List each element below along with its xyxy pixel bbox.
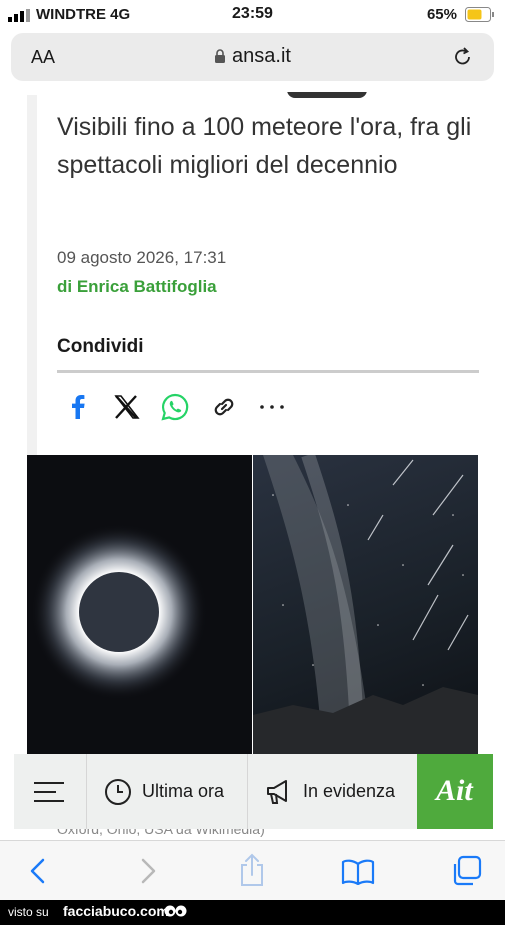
meteor-shower-photo (253, 455, 478, 755)
milky-way-illustration (253, 455, 478, 755)
whatsapp-icon[interactable] (160, 392, 190, 422)
ultima-ora-tab[interactable]: Ultima ora (87, 754, 247, 829)
image-caption: Oxford, Ohio, USA da Wikimedia) (57, 829, 477, 840)
host-text: ansa.it (232, 45, 291, 67)
ansa-logo: Ait (436, 774, 473, 807)
tabs-icon[interactable] (450, 855, 482, 887)
eclipse-photo (27, 455, 252, 755)
url-host[interactable]: ansa.it (11, 45, 494, 68)
article-gutter (27, 95, 37, 455)
eyes-logo-icon (164, 905, 187, 917)
watermark-site: facciabuco.com (63, 903, 169, 919)
reload-icon[interactable] (452, 46, 474, 68)
article-author[interactable]: di Enrica Battifoglia (57, 277, 217, 297)
battery-icon (465, 7, 494, 22)
in-evidenza-tab[interactable]: In evidenza (248, 754, 417, 829)
back-icon[interactable] (28, 857, 48, 885)
article-subtitle: Visibili fino a 100 meteore l'ora, fra g… (57, 113, 472, 179)
lock-icon (215, 49, 226, 63)
clock-icon (105, 779, 131, 805)
ultima-ora-label: Ultima ora (142, 781, 225, 801)
browser-toolbar (0, 840, 505, 901)
ansa-logo-button[interactable]: Ait (417, 754, 493, 829)
hamburger-icon (34, 782, 64, 802)
share-divider (57, 370, 479, 373)
bookmarks-icon[interactable] (341, 859, 375, 885)
eclipse-illustration (31, 524, 207, 700)
status-bar: WINDTRE 4G 23:59 65% (0, 0, 505, 30)
article-date: 09 agosto 2026, 17:31 (57, 248, 227, 267)
battery-percent: 65% (426, 6, 457, 23)
megaphone-icon (267, 780, 287, 804)
link-icon[interactable] (209, 392, 239, 422)
article-image[interactable] (27, 455, 478, 755)
watermark-prefix: visto su (8, 905, 49, 919)
share-icon[interactable] (238, 853, 266, 887)
x-icon[interactable] (112, 392, 142, 422)
image-caption-text: Oxford, Ohio, USA da Wikimedia) (57, 829, 265, 837)
watermark-footer: visto su facciabuco.com (0, 900, 505, 925)
facebook-icon[interactable] (63, 392, 93, 422)
address-bar[interactable]: AA ansa.it (11, 33, 494, 81)
more-icon[interactable] (257, 392, 287, 422)
menu-button[interactable] (14, 754, 86, 829)
cut-headline (57, 92, 487, 102)
share-label: Condividi (57, 336, 144, 357)
in-evidenza-label: In evidenza (303, 781, 396, 801)
forward-icon[interactable] (138, 857, 158, 885)
